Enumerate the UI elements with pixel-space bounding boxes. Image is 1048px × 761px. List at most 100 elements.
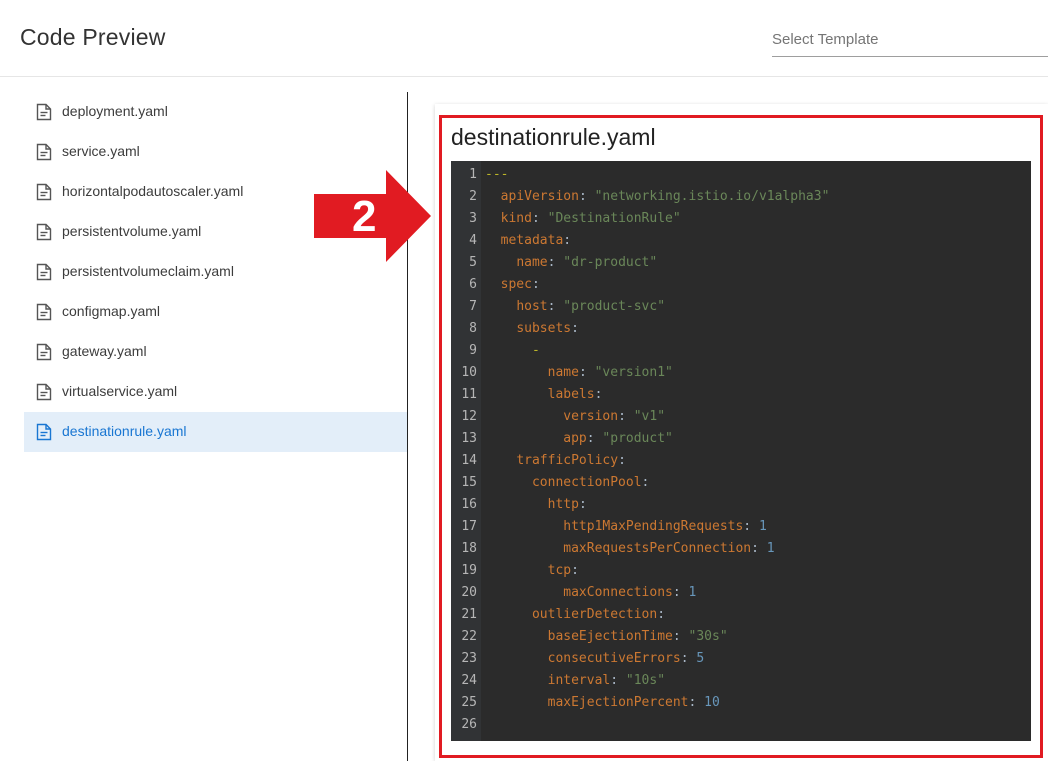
file-item[interactable]: deployment.yaml (24, 92, 407, 132)
code-line: 19 tcp: (451, 560, 1031, 582)
code-token: : (571, 563, 579, 578)
line-number: 12 (461, 409, 477, 424)
file-item-label: service.yaml (62, 143, 140, 159)
code-token: tcp (547, 563, 572, 578)
line-number: 21 (461, 607, 477, 622)
file-item-label: persistentvolumeclaim.yaml (62, 263, 234, 279)
line-number: 24 (461, 673, 477, 688)
line-number: 14 (461, 453, 477, 468)
code-text: app: "product" (485, 428, 673, 450)
code-token: "dr-product" (563, 255, 658, 270)
code-token: : (578, 365, 595, 380)
code-text: trafficPolicy: (485, 450, 626, 472)
code-line: 2 apiVersion: "networking.istio.io/v1alp… (451, 186, 1031, 208)
code-line: 24 interval: "10s" (451, 670, 1031, 692)
code-token: : (743, 519, 759, 534)
code-line: 5 name: "dr-product" (451, 252, 1031, 274)
line-number: 11 (461, 387, 477, 402)
code-token: "30s" (688, 629, 728, 644)
code-line: 6 spec: (451, 274, 1031, 296)
code-line: 11 labels: (451, 384, 1031, 406)
code-line: 26 (451, 714, 1031, 736)
code-token: : (657, 607, 666, 622)
code-token: "version1" (594, 365, 673, 380)
code-token: 5 (696, 651, 705, 666)
line-number: 9 (469, 343, 477, 358)
code-token: : (688, 695, 705, 710)
file-item-label: gateway.yaml (62, 343, 147, 359)
file-item[interactable]: service.yaml (24, 132, 407, 172)
code-text: subsets: (485, 318, 579, 340)
line-number: 13 (461, 431, 477, 446)
code-token: 1 (766, 541, 775, 556)
code-text: tcp: (485, 560, 579, 582)
code-token: : (531, 277, 540, 292)
code-text: - (485, 340, 540, 362)
code-token: 1 (758, 519, 767, 534)
code-token: : (578, 497, 587, 512)
line-number: 2 (469, 189, 477, 204)
line-number: 5 (469, 255, 477, 270)
code-token: name (516, 255, 548, 270)
code-text: outlierDetection: (485, 604, 665, 626)
app-header: Code Preview (0, 0, 1048, 77)
code-token: : (751, 541, 767, 556)
line-number: 3 (469, 211, 477, 226)
template-select-input[interactable] (772, 28, 1048, 48)
code-token: interval (547, 673, 611, 688)
code-text: connectionPool: (485, 472, 649, 494)
line-number: 10 (461, 365, 477, 380)
line-number: 4 (469, 233, 477, 248)
file-item[interactable]: destinationrule.yaml (24, 412, 407, 452)
file-icon (36, 343, 52, 361)
code-token: : (594, 387, 603, 402)
file-item-label: persistentvolume.yaml (62, 223, 202, 239)
code-token: "product-svc" (563, 299, 666, 314)
code-token: "v1" (633, 409, 666, 424)
file-item-label: virtualservice.yaml (62, 383, 178, 399)
file-item[interactable]: virtualservice.yaml (24, 372, 407, 412)
line-number: 6 (469, 277, 477, 292)
code-token: : (578, 189, 595, 204)
code-text: consecutiveErrors: 5 (485, 648, 705, 670)
code-token: : (610, 673, 626, 688)
code-text: maxRequestsPerConnection: 1 (485, 538, 775, 560)
line-number: 19 (461, 563, 477, 578)
code-token: name (547, 365, 579, 380)
code-line: 8 subsets: (451, 318, 1031, 340)
code-token: apiVersion (500, 189, 579, 204)
code-token: maxRequestsPerConnection (563, 541, 752, 556)
code-text: interval: "10s" (485, 670, 665, 692)
code-token: : (641, 475, 650, 490)
line-number: 23 (461, 651, 477, 666)
file-icon (36, 143, 52, 161)
template-select[interactable] (772, 28, 1048, 57)
line-number: 17 (461, 519, 477, 534)
code-text: http: (485, 494, 587, 516)
code-line: 21 outlierDetection: (451, 604, 1031, 626)
code-block[interactable]: 1 --- 2 apiVersion: "networking.istio.io/v… (451, 161, 1031, 741)
code-token: "product" (602, 431, 673, 446)
code-line: 7 host: "product-svc" (451, 296, 1031, 318)
code-token: labels (547, 387, 595, 402)
code-text: host: "product-svc" (485, 296, 665, 318)
code-token: host (516, 299, 548, 314)
file-item-label: configmap.yaml (62, 303, 161, 319)
file-item[interactable]: configmap.yaml (24, 292, 407, 332)
code-token: : (547, 255, 564, 270)
file-icon (36, 223, 52, 241)
file-icon (36, 383, 52, 401)
line-number: 15 (461, 475, 477, 490)
file-item[interactable]: gateway.yaml (24, 332, 407, 372)
code-token: outlierDetection (531, 607, 658, 622)
code-text: apiVersion: "networking.istio.io/v1alpha… (485, 186, 830, 208)
